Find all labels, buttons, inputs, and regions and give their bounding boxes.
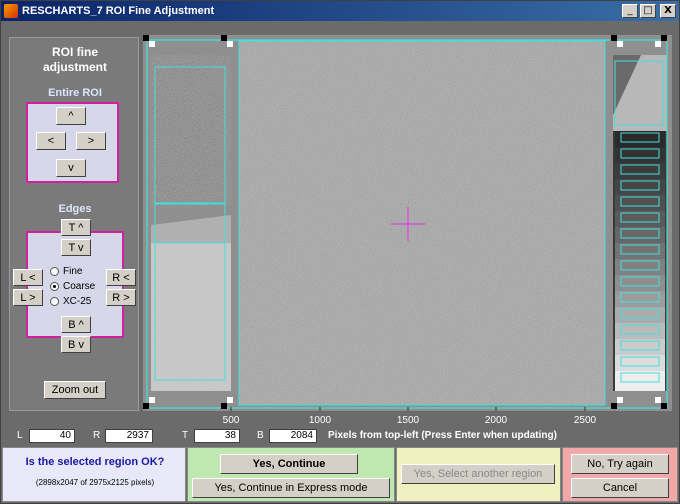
zoom-out-button[interactable]: Zoom out — [44, 381, 106, 399]
x-tick-label: 1500 — [396, 415, 420, 426]
entire-roi-label: Entire ROI — [48, 87, 102, 99]
right-coord-input[interactable]: 2937 — [105, 429, 153, 443]
yes-express-button[interactable]: Yes, Continue in Express mode — [192, 478, 390, 498]
center-field-noise — [239, 41, 605, 405]
x-tick-label: 2500 — [573, 415, 597, 426]
left-strip-light-noise — [151, 243, 231, 391]
cancel-button[interactable]: Cancel — [571, 478, 669, 498]
entire-roi-box: ^ < > v — [26, 102, 119, 183]
minimize-button[interactable]: _ — [622, 4, 638, 18]
no-panel: No, Try again Cancel — [562, 447, 678, 502]
yes-panel: Yes, Continue Yes, Continue in Express m… — [187, 447, 395, 502]
right-edge-right-button[interactable]: R > — [106, 289, 136, 306]
radio-fine-indicator — [50, 267, 59, 276]
yes-select-another-button[interactable]: Yes, Select another region — [401, 464, 555, 484]
move-down-button[interactable]: v — [56, 159, 86, 177]
right-edge-left-button[interactable]: R < — [106, 269, 136, 286]
x-tick-label: 1000 — [308, 415, 332, 426]
window-title: RESCHARTS_7 ROI Fine Adjustment — [22, 5, 215, 17]
x-tick-label: 2000 — [484, 415, 508, 426]
app-icon — [4, 4, 18, 18]
move-left-button[interactable]: < — [36, 132, 66, 150]
select-another-panel: Yes, Select another region — [396, 447, 561, 502]
radio-coarse-indicator — [50, 282, 59, 291]
left-edge-right-button[interactable]: L > — [13, 289, 43, 306]
top-down-button[interactable]: T v — [61, 239, 91, 256]
bottom-coord-input[interactable]: 2084 — [269, 429, 317, 443]
x-tick-label: 500 — [222, 415, 240, 426]
bottom-coord-label: B — [257, 430, 264, 441]
yes-continue-button[interactable]: Yes, Continue — [220, 454, 358, 474]
panel-title-line2: adjustment — [42, 60, 107, 74]
roi-fine-adjustment-window: RESCHARTS_7 ROI Fine Adjustment _ □ X RO… — [0, 0, 680, 504]
roi-control-panel: ROI fine adjustment Entire ROI ^ < > v E… — [9, 37, 139, 411]
step-fine-radio[interactable]: Fine — [50, 266, 82, 277]
bottom-down-button[interactable]: B v — [61, 336, 91, 353]
region-dimensions: (2898x2047 of 2975x2125 pixels) — [35, 478, 155, 487]
bottom-up-button[interactable]: B ^ — [61, 316, 91, 333]
left-coord-label: L — [17, 430, 23, 441]
right-coord-label: R — [93, 430, 101, 441]
coords-hint: Pixels from top-left (Press Enter when u… — [328, 430, 557, 441]
left-edge-left-button[interactable]: L < — [13, 269, 43, 286]
top-coord-label: T — [182, 430, 189, 441]
close-button[interactable]: X — [660, 4, 676, 18]
confirm-question-panel: Is the selected region OK? (2898x2047 of… — [2, 447, 186, 502]
step-xc25-label: XC-25 — [63, 296, 92, 307]
roi-image-canvas[interactable] — [143, 35, 672, 411]
maximize-button[interactable]: □ — [640, 4, 656, 18]
left-coord-input[interactable]: 40 — [29, 429, 75, 443]
edges-box: T ^ T v L < L > R < R > Fine Coarse XC-2… — [13, 219, 136, 353]
step-coarse-label: Coarse — [63, 281, 96, 292]
radio-xc25-indicator — [50, 297, 59, 306]
panel-title-line1: ROI fine — [51, 45, 98, 59]
top-up-button[interactable]: T ^ — [61, 219, 91, 236]
chart-image[interactable] — [143, 35, 672, 411]
no-try-again-button[interactable]: No, Try again — [571, 454, 669, 474]
move-right-button[interactable]: > — [76, 132, 106, 150]
top-coord-input[interactable]: 38 — [194, 429, 240, 443]
edges-label: Edges — [58, 203, 92, 215]
panel-title: ROI fine adjustment — [10, 45, 140, 75]
move-up-button[interactable]: ^ — [56, 107, 86, 125]
step-coarse-radio[interactable]: Coarse — [50, 281, 95, 292]
coordinates-bar: L 40 R 2937 T 38 B 2084 Pixels from top-… — [1, 426, 679, 446]
confirm-question: Is the selected region OK? — [25, 456, 165, 468]
title-bar: RESCHARTS_7 ROI Fine Adjustment _ □ X — [1, 1, 679, 21]
step-xc25-radio[interactable]: XC-25 — [50, 296, 91, 307]
step-fine-label: Fine — [63, 266, 83, 277]
left-strip-noise — [151, 55, 231, 205]
